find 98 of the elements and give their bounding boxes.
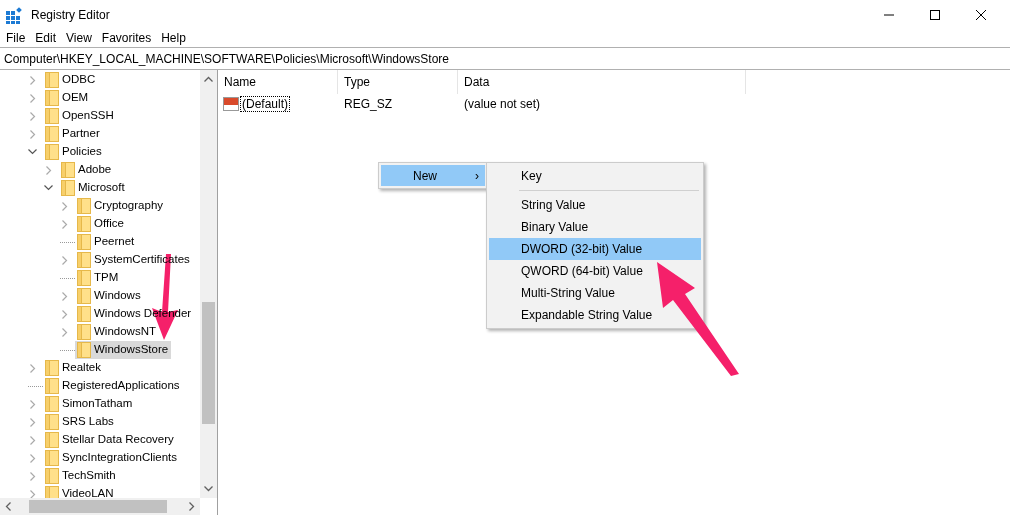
- folder-icon: [77, 198, 91, 214]
- folder-icon: [45, 414, 59, 430]
- folder-icon: [45, 486, 59, 498]
- folder-icon: [45, 72, 59, 88]
- menu-item[interactable]: Expandable String Value: [489, 304, 701, 326]
- folder-icon: [45, 360, 59, 376]
- folder-icon: [61, 162, 75, 178]
- tree-item[interactable]: SimonTatham: [43, 395, 136, 413]
- tree-item[interactable]: Cryptography: [75, 197, 167, 215]
- address-field[interactable]: Computer\HKEY_LOCAL_MACHINE\SOFTWARE\Policies\Microsoft\WindowsStore: [0, 49, 1010, 68]
- folder-icon: [77, 234, 91, 250]
- folder-icon: [77, 270, 91, 286]
- tree-item[interactable]: Office: [75, 215, 127, 233]
- selected-tree-item[interactable]: WindowsStore: [75, 341, 172, 359]
- expand-chevron-icon[interactable]: [62, 327, 68, 337]
- expand-chevron-icon[interactable]: [46, 165, 52, 175]
- expand-chevron-icon[interactable]: [30, 435, 36, 445]
- string-value-icon: [223, 97, 239, 111]
- tree-item[interactable]: Peernet: [75, 233, 138, 251]
- column-header[interactable]: Name: [218, 70, 338, 94]
- table-cell-text: (value not set): [463, 96, 541, 113]
- scroll-down-icon[interactable]: [204, 486, 213, 492]
- folder-icon: [45, 108, 59, 124]
- expand-chevron-icon[interactable]: [62, 219, 68, 229]
- menu-item[interactable]: Favorites: [96, 30, 157, 47]
- collapse-chevron-icon[interactable]: [44, 185, 53, 191]
- tree-item[interactable]: TPM: [75, 269, 122, 287]
- close-icon[interactable]: [976, 10, 986, 20]
- expand-chevron-icon[interactable]: [30, 417, 36, 427]
- folder-icon: [45, 432, 59, 448]
- menu-item[interactable]: Edit: [30, 30, 62, 47]
- expand-chevron-icon[interactable]: [30, 129, 36, 139]
- tree-item[interactable]: RegisteredApplications: [43, 377, 183, 395]
- tree-item[interactable]: ODBC: [43, 71, 99, 89]
- menu-item[interactable]: Key: [489, 165, 701, 187]
- tree-item[interactable]: TechSmith: [43, 467, 119, 485]
- folder-icon: [77, 324, 91, 340]
- menu-item[interactable]: File: [1, 30, 31, 47]
- maximize-icon[interactable]: [930, 10, 940, 20]
- folder-icon: [77, 252, 91, 268]
- folder-icon: [61, 180, 75, 196]
- tree-item[interactable]: Policies: [43, 143, 105, 161]
- expand-chevron-icon[interactable]: [62, 309, 68, 319]
- menu-item[interactable]: Binary Value: [489, 216, 701, 238]
- column-header[interactable]: Type: [338, 70, 458, 94]
- folder-icon: [45, 126, 59, 142]
- scroll-right-icon[interactable]: [189, 502, 195, 511]
- table-cell-text: REG_SZ: [343, 96, 393, 113]
- expand-chevron-icon[interactable]: [30, 75, 36, 85]
- scroll-up-icon[interactable]: [204, 76, 213, 82]
- scrollbar-thumb[interactable]: [202, 302, 215, 424]
- folder-icon: [45, 396, 59, 412]
- table-cell[interactable]: (Default): [240, 96, 290, 112]
- expand-chevron-icon[interactable]: [30, 363, 36, 373]
- tree-item[interactable]: Realtek: [43, 359, 104, 377]
- window-title: Registry Editor: [31, 7, 110, 24]
- folder-icon: [45, 90, 59, 106]
- expand-chevron-icon[interactable]: [30, 471, 36, 481]
- menu-item[interactable]: DWORD (32-bit) Value: [489, 238, 701, 260]
- folder-icon: [45, 450, 59, 466]
- expand-chevron-icon[interactable]: [30, 399, 36, 409]
- menu-item[interactable]: Help: [156, 30, 191, 47]
- folder-icon: [77, 216, 91, 232]
- folder-icon: [77, 306, 91, 322]
- scroll-left-icon[interactable]: [5, 502, 11, 511]
- tree-item[interactable]: Windows: [75, 287, 144, 305]
- expand-chevron-icon[interactable]: [62, 291, 68, 301]
- collapse-chevron-icon[interactable]: [28, 149, 37, 155]
- expand-chevron-icon[interactable]: [30, 93, 36, 103]
- menu-item[interactable]: QWORD (64-bit) Value: [489, 260, 701, 282]
- expand-chevron-icon[interactable]: [62, 201, 68, 211]
- tree-item[interactable]: WindowsNT: [75, 323, 159, 341]
- tree-item[interactable]: OpenSSH: [43, 107, 117, 125]
- tree-item[interactable]: SRS Labs: [43, 413, 117, 431]
- tree-item[interactable]: Microsoft: [59, 179, 128, 197]
- folder-icon: [45, 468, 59, 484]
- folder-icon: [45, 378, 59, 394]
- menu-item[interactable]: String Value: [489, 194, 701, 216]
- scrollbar-thumb[interactable]: [29, 500, 167, 513]
- menu-item[interactable]: Multi-String Value: [489, 282, 701, 304]
- submenu-arrow: ›: [475, 167, 479, 185]
- app-icon: [6, 6, 23, 24]
- tree-item[interactable]: Adobe: [59, 161, 115, 179]
- folder-icon: [45, 144, 59, 160]
- vertical-scrollbar[interactable]: [200, 70, 217, 498]
- tree-item[interactable]: OEM: [43, 89, 92, 107]
- expand-chevron-icon[interactable]: [62, 255, 68, 265]
- menu-item[interactable]: View: [61, 30, 97, 47]
- tree-item[interactable]: SyncIntegrationClients: [43, 449, 181, 467]
- horizontal-scrollbar[interactable]: [0, 498, 200, 515]
- menu-item[interactable]: New ›: [381, 165, 485, 186]
- column-header[interactable]: Data: [458, 70, 746, 94]
- expand-chevron-icon[interactable]: [30, 111, 36, 121]
- tree-item[interactable]: Partner: [43, 125, 103, 143]
- tree-item[interactable]: Stellar Data Recovery: [43, 431, 177, 449]
- folder-icon: [77, 288, 91, 304]
- folder-icon: [77, 342, 91, 358]
- expand-chevron-icon[interactable]: [30, 453, 36, 463]
